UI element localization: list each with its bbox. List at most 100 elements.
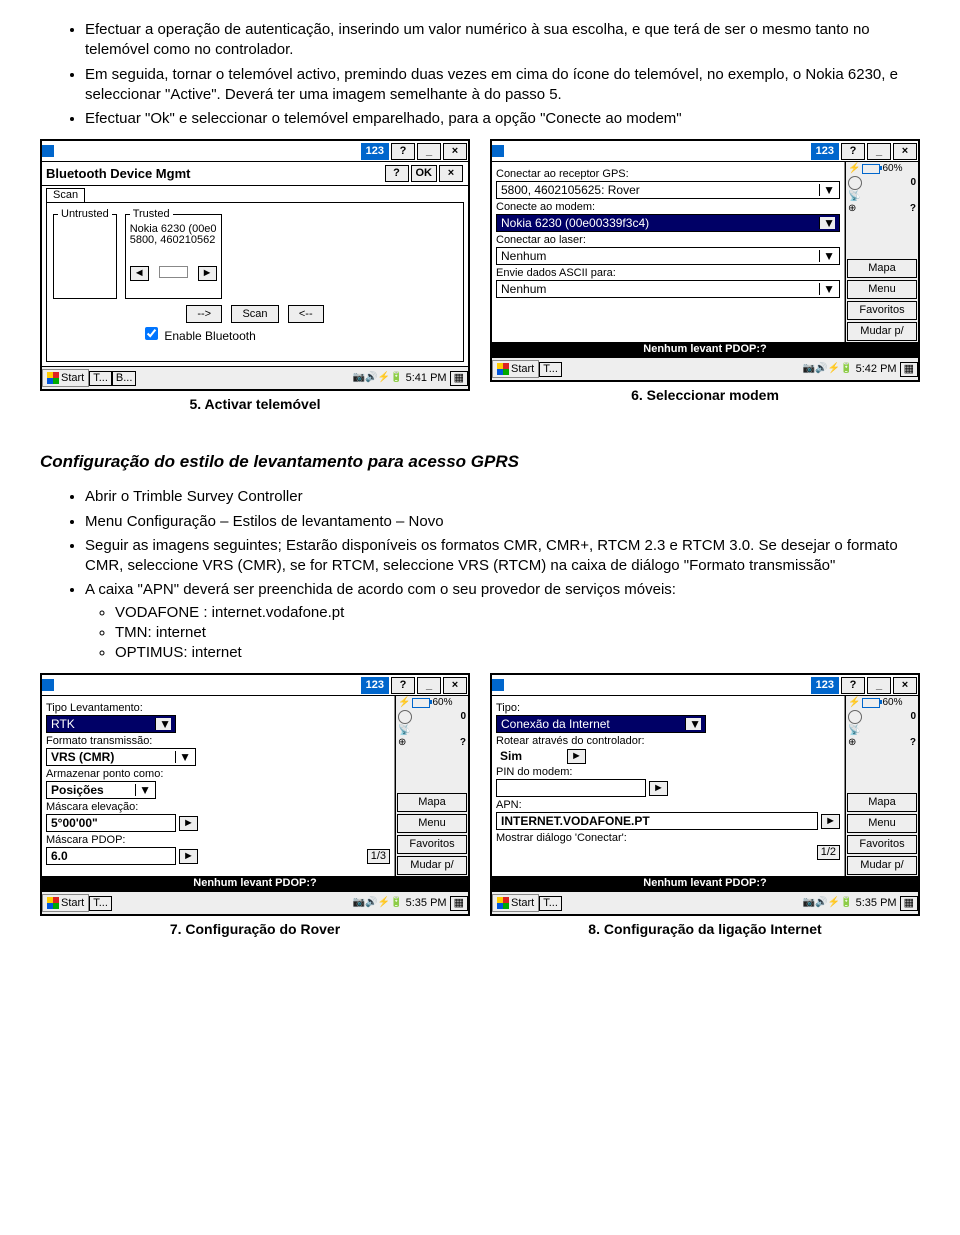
start-button[interactable]: Start [492, 360, 539, 378]
status-icons: ⚡60% 0 📡 ⊕? [396, 696, 468, 750]
mudar-button[interactable]: Mudar p/ [397, 856, 467, 875]
taskbar-item[interactable]: B... [112, 371, 137, 386]
device-screenshot-6: 123 ? _ × Conectar ao receptor GPS: 5800… [490, 139, 920, 382]
favoritos-button[interactable]: Favoritos [397, 835, 467, 854]
pin-field[interactable] [496, 779, 646, 797]
sub-bullet-item: VODAFONE : internet.vodafone.pt [115, 603, 920, 623]
close-button[interactable]: × [443, 677, 467, 694]
tray-button[interactable]: ▦ [450, 371, 468, 386]
apn-field[interactable]: INTERNET.VODAFONE.PT [496, 812, 818, 830]
close-button[interactable]: × [439, 165, 463, 182]
input-mode-123[interactable]: 123 [361, 143, 389, 160]
input-mode-123[interactable]: 123 [811, 677, 839, 694]
status-icons: ⚡60% 0 📡 ⊕? [846, 162, 918, 216]
mudar-button[interactable]: Mudar p/ [847, 322, 917, 341]
start-button[interactable]: Start [492, 894, 539, 912]
page-indicator[interactable]: 1/3 [367, 849, 390, 864]
menu-button[interactable]: Menu [847, 814, 917, 833]
expand-button[interactable]: ► [179, 849, 198, 864]
field-label: Formato transmissão: [46, 736, 390, 747]
ok-button[interactable]: OK [411, 165, 438, 182]
move-right-button[interactable]: --> [186, 305, 222, 323]
tray-button[interactable]: ▦ [900, 896, 918, 911]
type-field[interactable]: Conexão da Internet▼ [496, 715, 706, 733]
format-field[interactable]: VRS (CMR)▼ [46, 748, 196, 766]
help-button[interactable]: ? [391, 143, 415, 160]
trusted-group: Trusted Nokia 6230 (00e0 5800, 460210562… [125, 209, 222, 299]
minimize-button[interactable]: _ [417, 677, 441, 694]
dropdown-icon[interactable]: ▼ [175, 751, 191, 763]
route-field[interactable]: Sim [496, 748, 564, 764]
expand-button[interactable]: ► [821, 814, 840, 829]
windows-flag-icon [497, 363, 509, 375]
field-label: APN: [496, 800, 840, 811]
dropdown-icon[interactable]: ▼ [819, 217, 835, 229]
taskbar-item[interactable]: T... [89, 371, 112, 386]
expand-button[interactable]: ► [179, 816, 198, 831]
field-label: Armazenar ponto como: [46, 769, 390, 780]
scroll-left-button[interactable]: ◄ [130, 266, 149, 281]
enable-bluetooth-checkbox[interactable]: Enable Bluetooth [141, 329, 256, 343]
windows-flag-icon [47, 372, 59, 384]
input-mode-123[interactable]: 123 [811, 143, 839, 160]
taskbar-item[interactable]: T... [89, 896, 112, 911]
start-button[interactable]: Start [42, 894, 89, 912]
close-button[interactable]: × [893, 677, 917, 694]
laser-field[interactable]: Nenhum▼ [496, 247, 840, 265]
taskbar-item[interactable]: T... [539, 362, 562, 377]
mapa-button[interactable]: Mapa [847, 259, 917, 278]
device-screenshot-8: 123 ? _ × Tipo: Conexão da Internet▼ Rot… [490, 673, 920, 916]
scan-button[interactable]: Scan [231, 305, 278, 323]
ascii-field[interactable]: Nenhum▼ [496, 280, 840, 298]
dropdown-icon[interactable]: ▼ [685, 718, 701, 730]
help-button[interactable]: ? [841, 143, 865, 160]
mapa-button[interactable]: Mapa [397, 793, 467, 812]
gps-receiver-field[interactable]: 5800, 4602105625: Rover▼ [496, 181, 840, 199]
scroll-right-button[interactable]: ► [198, 266, 217, 281]
dropdown-icon[interactable]: ▼ [819, 250, 835, 262]
dropdown-icon[interactable]: ▼ [135, 784, 151, 796]
field-label: Máscara elevação: [46, 802, 390, 813]
mapa-button[interactable]: Mapa [847, 793, 917, 812]
favoritos-button[interactable]: Favoritos [847, 301, 917, 320]
field-label: Rotear através do controlador: [496, 736, 840, 747]
dropdown-icon[interactable]: ▼ [819, 184, 835, 196]
tray-icons: 📷🔊⚡🔋 [803, 898, 853, 908]
minimize-button[interactable]: _ [867, 143, 891, 160]
input-mode-123[interactable]: 123 [361, 677, 389, 694]
close-button[interactable]: × [893, 143, 917, 160]
modem-field[interactable]: Nokia 6230 (00e00339f3c4)▼ [496, 214, 840, 232]
page-indicator[interactable]: 1/2 [817, 845, 840, 860]
elevation-mask-field[interactable]: 5°00'00" [46, 814, 176, 832]
tray-icons: 📷🔊⚡🔋 [353, 373, 403, 383]
close-button[interactable]: × [443, 143, 467, 160]
minimize-button[interactable]: _ [417, 143, 441, 160]
tray-button[interactable]: ▦ [450, 896, 468, 911]
start-button[interactable]: Start [42, 369, 89, 387]
dropdown-icon[interactable]: ▼ [155, 718, 171, 730]
scrollbar[interactable] [159, 266, 188, 278]
expand-button[interactable]: ► [567, 749, 586, 764]
mudar-button[interactable]: Mudar p/ [847, 856, 917, 875]
store-point-field[interactable]: Posições▼ [46, 781, 156, 799]
pdop-mask-field[interactable]: 6.0 [46, 847, 176, 865]
menu-button[interactable]: Menu [397, 814, 467, 833]
taskbar-item[interactable]: T... [539, 896, 562, 911]
help-button[interactable]: ? [841, 677, 865, 694]
survey-type-field[interactable]: RTK▼ [46, 715, 176, 733]
move-left-button[interactable]: <-- [288, 305, 324, 323]
trusted-item[interactable]: 5800, 460210562 [130, 235, 217, 246]
favoritos-button[interactable]: Favoritos [847, 835, 917, 854]
device-screenshot-5: 123 ? _ × Bluetooth Device Mgmt ? OK × S… [40, 139, 470, 391]
clock: 5:35 PM [403, 898, 450, 909]
help-button[interactable]: ? [385, 165, 409, 182]
tray-button[interactable]: ▦ [900, 362, 918, 377]
minimize-button[interactable]: _ [867, 677, 891, 694]
menu-button[interactable]: Menu [847, 280, 917, 299]
expand-button[interactable]: ► [649, 781, 668, 796]
caption-6: 6. Seleccionar modem [490, 387, 920, 403]
help-button[interactable]: ? [391, 677, 415, 694]
dropdown-icon[interactable]: ▼ [819, 283, 835, 295]
caption-7: 7. Configuração do Rover [40, 921, 470, 937]
tab-scan[interactable]: Scan [46, 188, 85, 202]
